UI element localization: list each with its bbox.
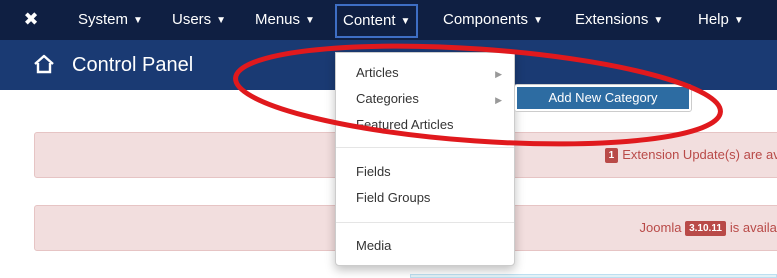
caret-down-icon: ▼ — [133, 15, 143, 26]
submenu-arrow-icon: ▶ — [495, 69, 502, 79]
menu-item-label: Fields — [356, 164, 391, 179]
caret-down-icon: ▼ — [400, 16, 411, 27]
info-panel-edge — [410, 274, 777, 278]
menu-item-label: Categories — [356, 91, 419, 106]
categories-submenu: Add New Category — [514, 84, 692, 112]
nav-menu-help[interactable]: Help ▼ — [698, 0, 744, 40]
nav-menu-system[interactable]: System ▼ — [78, 0, 143, 40]
menu-item-label: Articles — [356, 65, 399, 80]
menu-divider — [336, 222, 514, 223]
content-dropdown-menu: Articles ▶ Categories ▶ Featured Article… — [335, 52, 515, 266]
menu-item-media[interactable]: Media — [356, 233, 391, 259]
nav-menu-components[interactable]: Components ▼ — [443, 0, 543, 40]
menu-item-fields[interactable]: Fields — [356, 159, 391, 185]
menu-item-featured-articles[interactable]: Featured Articles — [356, 112, 454, 138]
nav-menu-label: Extensions — [575, 11, 649, 28]
nav-menu-menus[interactable]: Menus ▼ — [255, 0, 315, 40]
alert-text: Extension Update(s) are ava — [622, 147, 777, 162]
nav-menu-label: Users — [172, 11, 212, 28]
caret-down-icon: ▼ — [533, 15, 543, 26]
nav-menu-label: System — [78, 11, 129, 28]
alert-text: is availabl — [729, 220, 777, 235]
home-icon — [34, 54, 54, 74]
joomla-logo-icon[interactable]: ✖ — [20, 8, 42, 30]
count-badge: 1 — [604, 148, 619, 163]
nav-menu-label: Components — [443, 11, 529, 28]
menu-item-label: Media — [356, 238, 392, 253]
submenu-arrow-icon: ▶ — [495, 95, 502, 105]
nav-menu-label: Menus — [255, 11, 301, 28]
nav-menu-label: Help — [698, 11, 729, 28]
caret-down-icon: ▼ — [733, 15, 744, 26]
caret-down-icon: ▼ — [216, 15, 227, 26]
top-navbar: ✖ System ▼ Users ▼ Menus ▼ Content ▼ Compone… — [0, 0, 777, 40]
version-badge: 3.10.11 — [685, 221, 726, 236]
nav-menu-content[interactable]: Content ▼ — [335, 4, 419, 38]
caret-down-icon: ▼ — [305, 15, 315, 26]
nav-menu-users[interactable]: Users ▼ — [172, 0, 226, 40]
caret-down-icon: ▼ — [653, 15, 664, 26]
nav-menu-label: Content — [343, 12, 396, 29]
menu-item-label: Field Groups — [356, 190, 431, 205]
menu-item-categories[interactable]: Categories — [356, 86, 506, 112]
alert-message[interactable]: 1 Extension Update(s) are ava — [604, 133, 777, 177]
menu-item-articles[interactable]: Articles — [356, 60, 506, 86]
alert-prefix: Joomla — [639, 220, 682, 235]
nav-menu-extensions[interactable]: Extensions ▼ — [575, 0, 663, 40]
menu-item-field-groups[interactable]: Field Groups — [356, 185, 430, 211]
menu-item-label: Featured Articles — [356, 117, 454, 132]
alert-message[interactable]: Joomla 3.10.11is availabl — [640, 206, 777, 250]
menu-divider — [336, 147, 514, 148]
page-title: Control Panel — [72, 54, 194, 76]
submenu-item-add-new-category[interactable]: Add New Category — [517, 87, 689, 109]
